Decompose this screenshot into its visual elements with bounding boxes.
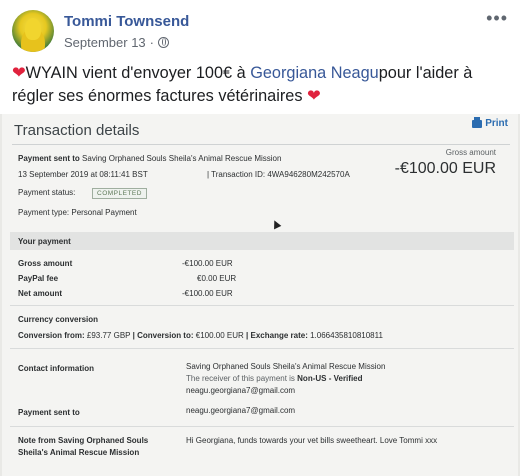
sent-to-label-2: Payment sent to xyxy=(18,408,80,417)
divider xyxy=(10,305,514,306)
date-separator: · xyxy=(149,35,155,50)
transaction-id-line: | Transaction ID: 4WA946280M242570A xyxy=(207,170,350,179)
rate-value: 1.066435810810811 xyxy=(310,331,383,340)
tagged-user-link[interactable]: Georgiana Neagu xyxy=(250,64,379,82)
gross-amount-big: -€100.00 EUR xyxy=(394,160,496,177)
contact-info-label: Contact information xyxy=(18,364,94,373)
fee-label: PayPal fee xyxy=(18,274,59,283)
gross-amount-row-value: -€100.00 EUR xyxy=(182,259,233,268)
currency-conversion-heading: Currency conversion xyxy=(18,315,99,324)
note-text: Hi Georgiana, funds towards your vet bil… xyxy=(186,436,438,445)
heart-icon: ❤ xyxy=(307,87,321,105)
txid-value: 4WA946280M242570A xyxy=(267,170,350,179)
txid-label: Transaction ID: xyxy=(211,170,266,179)
caption-text-pre: WYAIN vient d'envoyer 100€ à xyxy=(25,64,251,82)
conv-from-label: Conversion from: xyxy=(18,331,85,340)
heart-icon: ❤ xyxy=(12,64,26,82)
post-caption: ❤WYAIN vient d'envoyer 100€ à Georgiana … xyxy=(12,62,508,108)
conversion-line: Conversion from: £93.77 GBP | Conversion… xyxy=(18,331,383,340)
rate-label: Exchange rate: xyxy=(250,331,308,340)
status-badge: COMPLETED xyxy=(92,188,147,199)
conv-from-value: £93.77 GBP xyxy=(86,331,131,340)
print-button: Print xyxy=(472,116,508,129)
sent-to-label: Payment sent to xyxy=(18,154,80,163)
receiver-pre: The receiver of this payment is xyxy=(186,374,298,383)
note-label-2: Sheila's Animal Rescue Mission xyxy=(18,448,140,457)
sent-to-value: Saving Orphaned Souls Sheila's Animal Re… xyxy=(82,154,282,163)
net-label: Net amount xyxy=(18,289,62,298)
printer-icon xyxy=(472,116,483,128)
receiver-line: The receiver of this payment is Non-US -… xyxy=(186,374,363,383)
post-photo[interactable]: Transaction details Print Payment sent t… xyxy=(0,114,520,476)
bar: | xyxy=(132,331,135,340)
receiver-status: Non-US - Verified xyxy=(297,374,363,383)
net-value: -€100.00 EUR xyxy=(182,289,233,298)
payment-type: Payment type: Personal Payment xyxy=(18,208,137,217)
gross-amount-label: Gross amount xyxy=(445,148,496,157)
transaction-datetime: 13 September 2019 at 08:11:41 BST xyxy=(18,170,148,179)
fee-value: €0.00 EUR xyxy=(197,274,237,283)
bar: | xyxy=(246,331,249,340)
transaction-title: Transaction details xyxy=(14,122,140,139)
divider xyxy=(12,144,510,145)
post-date[interactable]: September 13 xyxy=(64,35,146,50)
print-label: Print xyxy=(485,118,508,129)
transaction-screenshot: Transaction details Print Payment sent t… xyxy=(2,114,518,476)
globe-icon[interactable] xyxy=(158,37,170,48)
your-payment-heading: Your payment xyxy=(18,237,71,246)
author-name[interactable]: Tommi Townsend xyxy=(64,13,189,30)
post-header: Tommi Townsend September 13 · ••• xyxy=(0,0,520,58)
conv-to-label: Conversion to: xyxy=(137,331,194,340)
status-label: Payment status: xyxy=(18,188,76,197)
payment-sent-to-line: Payment sent to Saving Orphaned Souls Sh… xyxy=(18,154,281,163)
contact-name: Saving Orphaned Souls Sheila's Animal Re… xyxy=(186,362,386,371)
more-options-button[interactable]: ••• xyxy=(486,8,508,29)
avatar[interactable] xyxy=(12,10,54,52)
post-meta: September 13 · xyxy=(64,35,170,50)
section-band xyxy=(10,232,514,250)
gross-amount-row-label: Gross amount xyxy=(18,259,73,268)
conv-to-value: €100.00 EUR xyxy=(195,331,244,340)
bar: | xyxy=(207,170,210,179)
divider xyxy=(10,348,514,349)
divider xyxy=(10,426,514,427)
note-label-1: Note from Saving Orphaned Souls xyxy=(18,436,149,445)
contact-email[interactable]: neagu.georgiana7@gmail.com xyxy=(186,386,295,395)
sent-to-email[interactable]: neagu.georgiana7@gmail.com xyxy=(186,406,295,415)
mouse-cursor xyxy=(270,218,282,230)
